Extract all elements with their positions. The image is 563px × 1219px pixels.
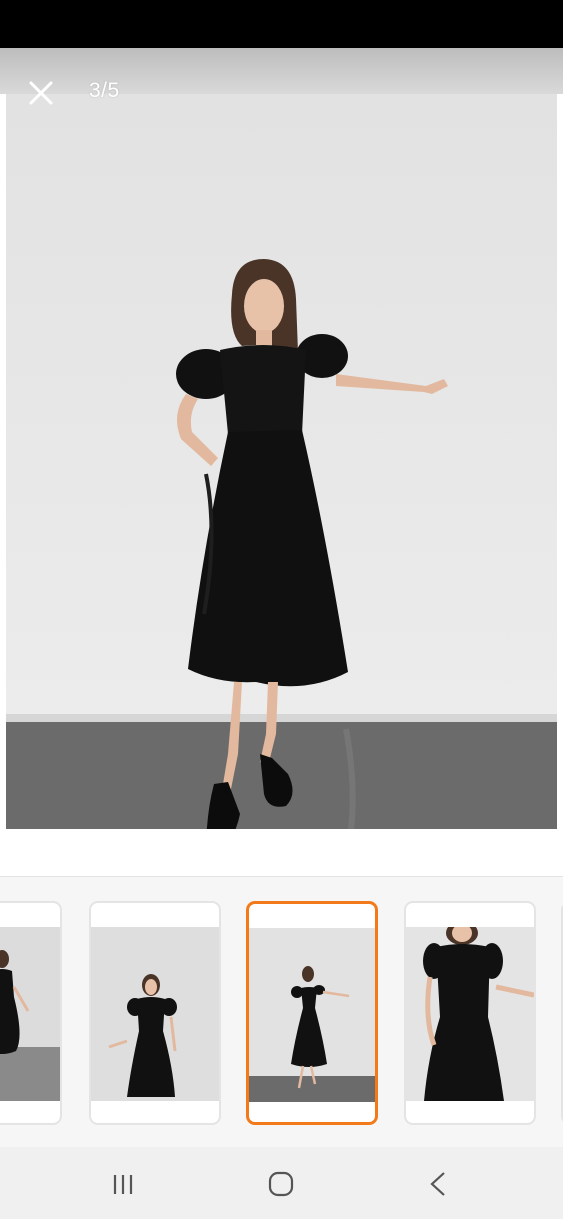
back-icon — [430, 1172, 445, 1196]
recents-icon — [113, 1175, 133, 1194]
close-button[interactable] — [22, 74, 60, 112]
viewer-header — [0, 48, 563, 94]
image-counter: 3/5 — [89, 79, 120, 102]
home-icon — [268, 1171, 294, 1197]
thumbnail-strip[interactable] — [0, 877, 563, 1147]
product-photo[interactable] — [6, 94, 557, 829]
thumbnail-4[interactable] — [246, 901, 378, 1125]
status-bar — [0, 0, 563, 48]
image-viewer[interactable]: 3/5 — [0, 48, 563, 848]
system-nav-bar — [0, 1147, 563, 1219]
home-button[interactable] — [261, 1167, 301, 1201]
back-button[interactable] — [418, 1167, 458, 1201]
thumbnail-3[interactable] — [89, 901, 221, 1125]
thumbnail-2[interactable] — [0, 901, 62, 1125]
recents-button[interactable] — [104, 1167, 144, 1201]
thumbnail-5[interactable] — [404, 901, 536, 1125]
close-icon — [29, 81, 53, 105]
